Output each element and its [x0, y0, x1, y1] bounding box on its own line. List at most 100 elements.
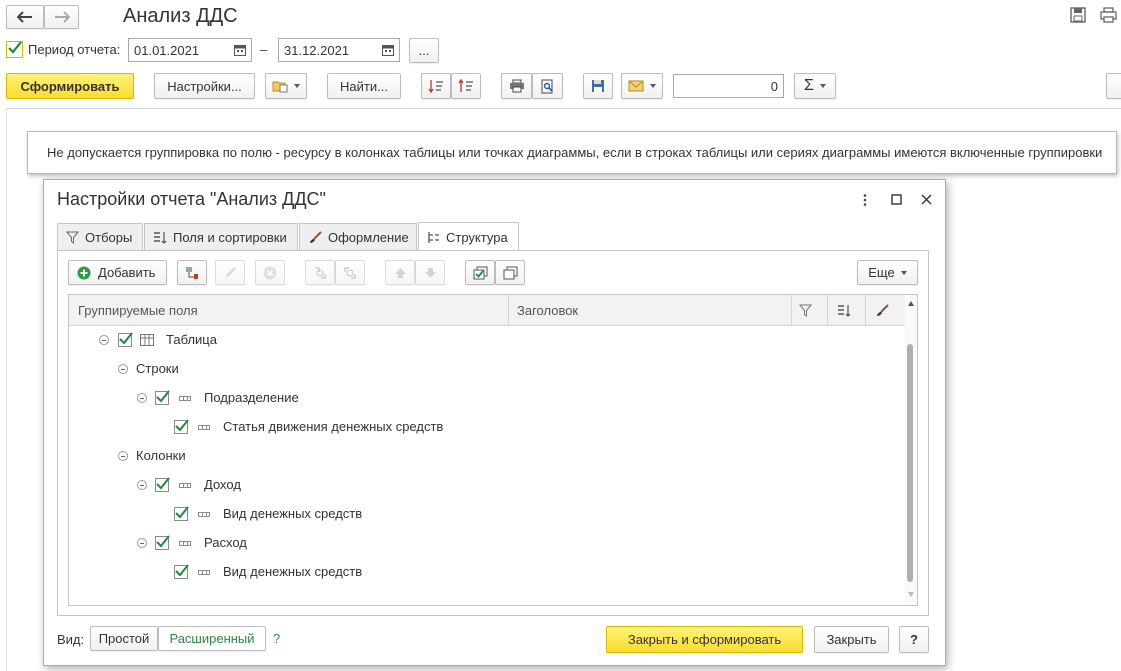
warning-message: Не допускается группировка по полю - рес…	[27, 131, 1117, 174]
pencil-icon	[225, 267, 236, 277]
settings-button[interactable]: Настройки...	[154, 73, 255, 99]
preview-button[interactable]	[532, 73, 563, 99]
funnel-icon	[66, 231, 79, 244]
collapse-toggle[interactable]	[137, 480, 147, 490]
edit-button[interactable]	[215, 260, 245, 285]
collapse-toggle[interactable]	[137, 538, 147, 548]
brush-column-icon[interactable]	[875, 304, 889, 317]
more-vertical-icon[interactable]	[862, 193, 868, 207]
delete-button[interactable]	[255, 260, 285, 285]
more-menu-button[interactable]: Еще	[857, 260, 918, 285]
tree-item-income[interactable]: Доход	[204, 477, 241, 492]
send-mail-button[interactable]	[621, 73, 663, 99]
maximize-icon[interactable]	[891, 194, 902, 205]
row-checkbox[interactable]	[174, 506, 189, 521]
more-actions-button[interactable]	[1106, 73, 1121, 99]
row-checkbox[interactable]	[155, 477, 170, 492]
view-extended-button[interactable]: Расширенный	[158, 626, 266, 651]
column-header-fields[interactable]: Группируемые поля	[78, 303, 198, 318]
row-checkbox[interactable]	[174, 419, 189, 434]
group-button[interactable]	[305, 260, 335, 285]
calendar-icon[interactable]	[382, 44, 394, 56]
checkmark-icon	[156, 535, 170, 548]
variant-dropdown-button[interactable]	[265, 73, 307, 99]
save-icon[interactable]	[1070, 7, 1086, 23]
back-button[interactable]	[6, 5, 44, 29]
close-and-generate-button[interactable]: Закрыть и сформировать	[606, 626, 803, 653]
field-icon	[179, 541, 191, 546]
sort-ascending-icon	[428, 80, 443, 93]
field-icon	[198, 425, 210, 430]
view-simple-button[interactable]: Простой	[90, 626, 158, 651]
tab-structure[interactable]: Структура	[418, 222, 519, 251]
sum-field[interactable]: 0	[673, 74, 784, 98]
scrollbar[interactable]	[905, 295, 917, 605]
structure-tree[interactable]: Группируемые поля Заголовок Таблица Стро…	[68, 294, 918, 606]
checkmark-icon	[175, 506, 189, 519]
period-checkbox[interactable]	[6, 41, 23, 58]
move-down-button[interactable]	[415, 260, 445, 285]
filter-column-icon[interactable]	[799, 304, 812, 317]
collapse-toggle[interactable]	[99, 335, 109, 345]
row-checkbox[interactable]	[118, 332, 133, 347]
tree-item-columns[interactable]: Колонки	[136, 448, 186, 463]
check-all-button[interactable]	[465, 260, 495, 285]
sort-descending-icon	[458, 79, 473, 92]
chevron-down-icon	[819, 84, 826, 88]
tab-fields-sorting[interactable]: Поля и сортировки	[144, 223, 298, 250]
settings-dialog: Настройки отчета "Анализ ДДС" Отборы Пол…	[43, 179, 946, 666]
print-icon[interactable]	[1100, 7, 1117, 23]
generate-button[interactable]: Сформировать	[6, 73, 134, 99]
tab-filters[interactable]: Отборы	[57, 223, 143, 250]
ungroup-button[interactable]	[335, 260, 365, 285]
row-checkbox[interactable]	[174, 564, 189, 579]
fields-list-icon	[153, 231, 167, 244]
collapse-toggle[interactable]	[118, 451, 128, 461]
add-grouping-button[interactable]	[177, 260, 207, 285]
tree-item-cash-flow-item[interactable]: Статья движения денежных средств	[223, 419, 443, 434]
print-button[interactable]	[501, 73, 532, 99]
folder-icon	[272, 81, 288, 93]
period-select-button[interactable]: ...	[409, 38, 439, 63]
tree-item-cash-type[interactable]: Вид денежных средств	[223, 564, 362, 579]
arrow-down-icon	[424, 267, 436, 278]
move-up-button[interactable]	[385, 260, 415, 285]
field-icon	[179, 483, 191, 488]
checkmark-icon	[175, 564, 189, 577]
tab-appearance[interactable]: Оформление	[299, 223, 417, 250]
field-icon	[179, 396, 191, 401]
close-button[interactable]: Закрыть	[814, 626, 889, 653]
collapse-toggle[interactable]	[118, 364, 128, 374]
date-to-field[interactable]: 31.12.2021	[278, 38, 400, 62]
save-button[interactable]	[583, 73, 613, 99]
uncheck-all-button[interactable]	[495, 260, 525, 285]
sum-mode-button[interactable]: Σ	[794, 73, 836, 99]
column-header-title[interactable]: Заголовок	[517, 303, 578, 318]
calendar-icon[interactable]	[234, 44, 246, 56]
sort-ascending-button[interactable]	[421, 73, 451, 99]
help-button[interactable]: ?	[899, 626, 929, 653]
tree-item-department[interactable]: Подразделение	[204, 390, 299, 405]
collapse-toggle[interactable]	[137, 393, 147, 403]
tree-item-table[interactable]: Таблица	[166, 332, 217, 347]
tree-item-rows[interactable]: Строки	[136, 361, 179, 376]
help-link[interactable]: ?	[273, 631, 280, 646]
scroll-up-arrow[interactable]	[908, 301, 914, 306]
sort-descending-button[interactable]	[451, 73, 481, 99]
arrow-left-icon	[17, 11, 32, 23]
scroll-down-arrow[interactable]	[908, 592, 914, 597]
envelope-icon	[628, 80, 644, 92]
tree-item-expense[interactable]: Расход	[204, 535, 247, 550]
row-checkbox[interactable]	[155, 390, 170, 405]
find-button[interactable]: Найти...	[327, 73, 401, 99]
forward-button[interactable]	[44, 5, 79, 29]
add-button[interactable]: Добавить	[68, 260, 167, 285]
date-from-field[interactable]: 01.01.2021	[128, 38, 252, 62]
row-checkbox[interactable]	[155, 535, 170, 550]
scroll-thumb[interactable]	[907, 344, 913, 582]
sigma-icon: Σ	[804, 77, 814, 94]
fields-column-icon[interactable]	[837, 304, 851, 317]
tree-header: Группируемые поля Заголовок	[69, 295, 905, 326]
tree-item-cash-type[interactable]: Вид денежных средств	[223, 506, 362, 521]
close-icon[interactable]	[921, 194, 932, 205]
